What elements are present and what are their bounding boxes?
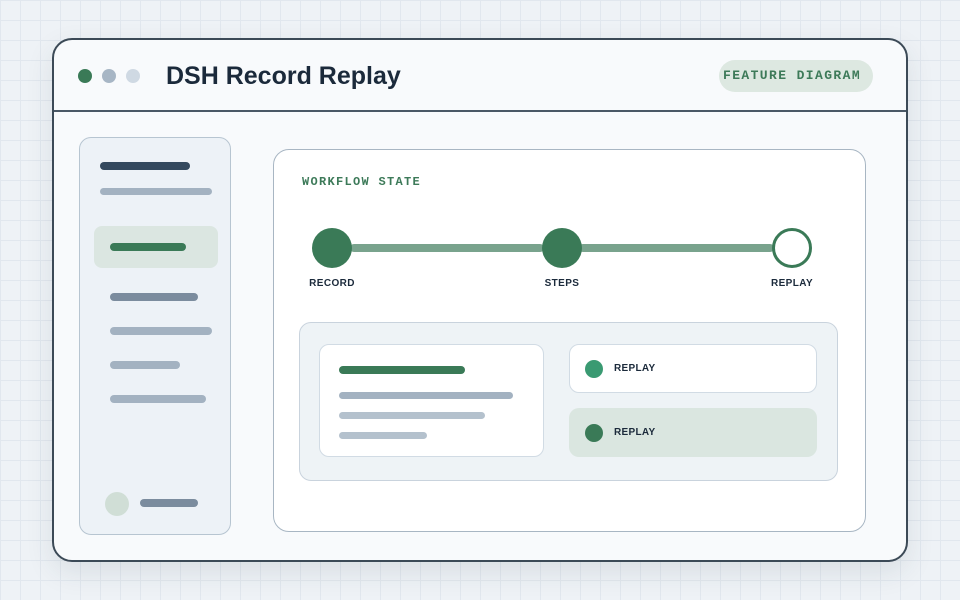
step-node-steps[interactable] bbox=[542, 228, 582, 268]
detail-card-title-placeholder bbox=[339, 366, 465, 374]
sidebar-subheading-placeholder bbox=[100, 188, 212, 195]
sidebar-item-active-label-placeholder bbox=[110, 243, 186, 251]
title-bar: DSH Record Replay FEATURE DIAGRAM bbox=[54, 40, 906, 112]
detail-card bbox=[319, 344, 544, 457]
replay-option-1[interactable]: REPLAY bbox=[569, 344, 817, 393]
status-dot-icon bbox=[585, 360, 603, 378]
sidebar bbox=[79, 137, 231, 535]
step-node-replay[interactable] bbox=[772, 228, 812, 268]
replay-option-label: REPLAY bbox=[614, 363, 656, 374]
step-node-record[interactable] bbox=[312, 228, 352, 268]
workflow-state-label: WORKFLOW STATE bbox=[302, 175, 422, 189]
window-control-dot-2[interactable] bbox=[102, 69, 116, 83]
sidebar-item-placeholder[interactable] bbox=[110, 293, 198, 301]
window-control-dot-3[interactable] bbox=[126, 69, 140, 83]
step-connector-record-steps bbox=[350, 244, 544, 252]
sidebar-item-placeholder[interactable] bbox=[110, 327, 212, 335]
feature-diagram-badge: FEATURE DIAGRAM bbox=[719, 60, 873, 92]
sidebar-item-placeholder[interactable] bbox=[110, 395, 206, 403]
detail-card-line-placeholder bbox=[339, 432, 427, 439]
window-control-dot-1[interactable] bbox=[78, 69, 92, 83]
replay-option-label: REPLAY bbox=[614, 427, 656, 438]
sidebar-heading-placeholder bbox=[100, 162, 190, 170]
app-window: DSH Record Replay FEATURE DIAGRAM WORKFL… bbox=[52, 38, 908, 562]
sidebar-item-placeholder[interactable] bbox=[110, 361, 180, 369]
replay-option-2[interactable]: REPLAY bbox=[569, 408, 817, 457]
sidebar-item-active[interactable] bbox=[94, 226, 218, 268]
workflow-panel: WORKFLOW STATE RECORD STEPS REPLAY REPLA… bbox=[273, 149, 866, 532]
step-connector-steps-replay bbox=[579, 244, 774, 252]
step-label-steps: STEPS bbox=[544, 278, 580, 289]
user-avatar[interactable] bbox=[105, 492, 129, 516]
detail-card-line-placeholder bbox=[339, 392, 513, 399]
user-name-placeholder bbox=[140, 499, 198, 507]
detail-card-line-placeholder bbox=[339, 412, 485, 419]
step-label-record: RECORD bbox=[309, 278, 355, 289]
detail-area: REPLAY REPLAY bbox=[299, 322, 838, 481]
status-dot-icon bbox=[585, 424, 603, 442]
step-label-replay: REPLAY bbox=[770, 278, 814, 289]
app-title: DSH Record Replay bbox=[166, 62, 401, 90]
